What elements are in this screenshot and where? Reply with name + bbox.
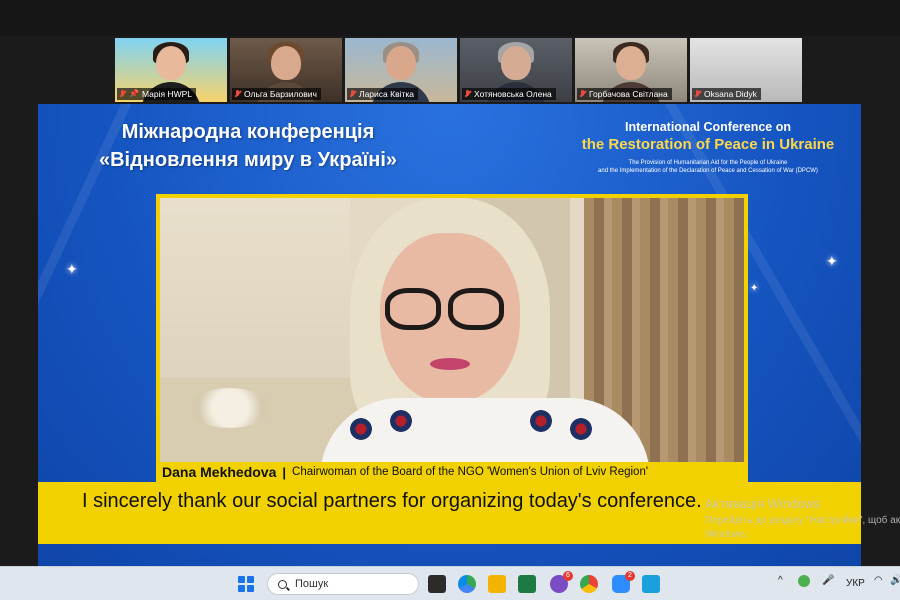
participant-name-bar: Ольга Барзилович	[232, 88, 321, 100]
participant-name-bar: 📌 Марія HWPL	[117, 88, 197, 100]
glasses-icon	[385, 288, 441, 330]
participant-tile[interactable]: 📌 Марія HWPL	[115, 38, 227, 102]
participant-tile[interactable]: Горбачова Світлана	[575, 38, 687, 102]
sparkle-icon: ✦	[826, 253, 838, 269]
slide-title-en-line1: International Conference on	[625, 120, 791, 134]
chevron-up-icon[interactable]: ^	[778, 575, 783, 586]
notification-badge: 6	[563, 571, 573, 581]
watermark-line2: Windows.	[705, 529, 749, 540]
participant-name-bar: Горбачова Світлана	[577, 88, 672, 100]
mic-muted-icon	[694, 90, 701, 98]
tray-app-icon[interactable]	[798, 575, 810, 587]
watermark-title: Активація Windows	[705, 496, 821, 511]
participant-name: Горбачова Світлана	[589, 89, 668, 99]
participant-tile[interactable]: Oksana Didyk	[690, 38, 802, 102]
slide-title-ua-line1: Міжнародна конференція	[121, 121, 375, 143]
top-bar	[0, 0, 900, 36]
viber-icon[interactable]: 6	[550, 571, 573, 593]
participant-name: Марія HWPL	[141, 89, 193, 99]
speaker-video-frame	[156, 194, 748, 484]
excel-icon[interactable]	[518, 575, 536, 593]
slide-subtitle-line1: The Provision of Humanitarian Aid for th…	[628, 160, 788, 166]
speaker-role: Chairwoman of the Board of the NGO 'Wome…	[292, 466, 649, 478]
participant-tile[interactable]: Ольга Барзилович	[230, 38, 342, 102]
taskbar: Пошук 6 2 ^ 🎤 УКР ◠ 🔊	[0, 566, 900, 600]
slide-subtitle-en: The Provision of Humanitarian Aid for th…	[563, 159, 853, 175]
mic-muted-icon	[579, 90, 586, 98]
slide-title-ua-line2: «Відновлення миру в Україні»	[98, 149, 398, 171]
search-label: Пошук	[295, 578, 329, 590]
participant-tile[interactable]: Хотяновська Олена	[460, 38, 572, 102]
wifi-icon[interactable]: ◠	[874, 575, 883, 586]
participant-name: Хотяновська Олена	[474, 89, 552, 99]
pin-icon: 📌	[129, 89, 139, 98]
participant-name: Лариса Квітка	[359, 89, 415, 99]
notification-badge: 2	[625, 571, 635, 581]
mic-muted-icon	[234, 90, 241, 98]
file-explorer-icon[interactable]	[488, 575, 506, 593]
mic-muted-icon	[349, 90, 356, 98]
slide-title-english: International Conference on the Restorat…	[563, 120, 853, 175]
watermark-line1: Перейдіть до розділу "Настройки", щоб ак	[705, 515, 900, 526]
photos-icon[interactable]	[642, 575, 660, 593]
microphone-icon[interactable]: 🎤	[822, 575, 834, 586]
search-icon	[278, 579, 287, 589]
screen: 📌 Марія HWPL Ольга Барзилович Лариса Кві…	[0, 0, 900, 600]
mic-muted-icon	[464, 90, 471, 98]
edge-browser-icon[interactable]	[458, 575, 476, 593]
participant-name-bar: Oksana Didyk	[692, 88, 761, 100]
mic-muted-icon	[119, 90, 126, 98]
speaker-lower-third: Dana Mekhedova | Chairwoman of the Board…	[156, 462, 748, 482]
speaker-name: Dana Mekhedova	[162, 464, 277, 480]
participant-strip: 📌 Марія HWPL Ольга Барзилович Лариса Кві…	[115, 38, 802, 102]
taskbar-search[interactable]: Пошук	[267, 573, 419, 595]
activation-watermark: Активація Windows Перейдіть до розділу "…	[705, 496, 900, 540]
participant-name: Ольга Барзилович	[244, 89, 317, 99]
speaker-volume-icon[interactable]: 🔊	[890, 575, 900, 586]
zoom-icon[interactable]: 2	[612, 571, 635, 593]
sparkle-icon: ✦	[66, 261, 78, 277]
speaker-video	[160, 198, 744, 480]
slide-title-en-line2: the Restoration of Peace in Ukraine	[581, 136, 835, 153]
caption-text: I sincerely thank our social partners fo…	[82, 490, 702, 512]
slide-title-ukrainian: Міжнародна конференція «Відновлення миру…	[58, 118, 438, 174]
speaker-figure	[320, 198, 650, 480]
participant-name: Oksana Didyk	[704, 89, 757, 99]
slide-subtitle-line2: and the Implementation of the Declaratio…	[598, 168, 818, 174]
sparkle-icon: ✦	[750, 283, 759, 294]
language-indicator[interactable]: УКР	[846, 578, 865, 589]
task-view-icon[interactable]	[428, 575, 446, 593]
video-cushion	[190, 388, 270, 428]
chrome-icon[interactable]	[580, 575, 598, 593]
windows-start-icon[interactable]	[238, 576, 254, 592]
participant-name-bar: Хотяновська Олена	[462, 88, 556, 100]
speaker-separator: |	[282, 464, 287, 480]
participant-name-bar: Лариса Квітка	[347, 88, 419, 100]
participant-tile[interactable]: Лариса Квітка	[345, 38, 457, 102]
